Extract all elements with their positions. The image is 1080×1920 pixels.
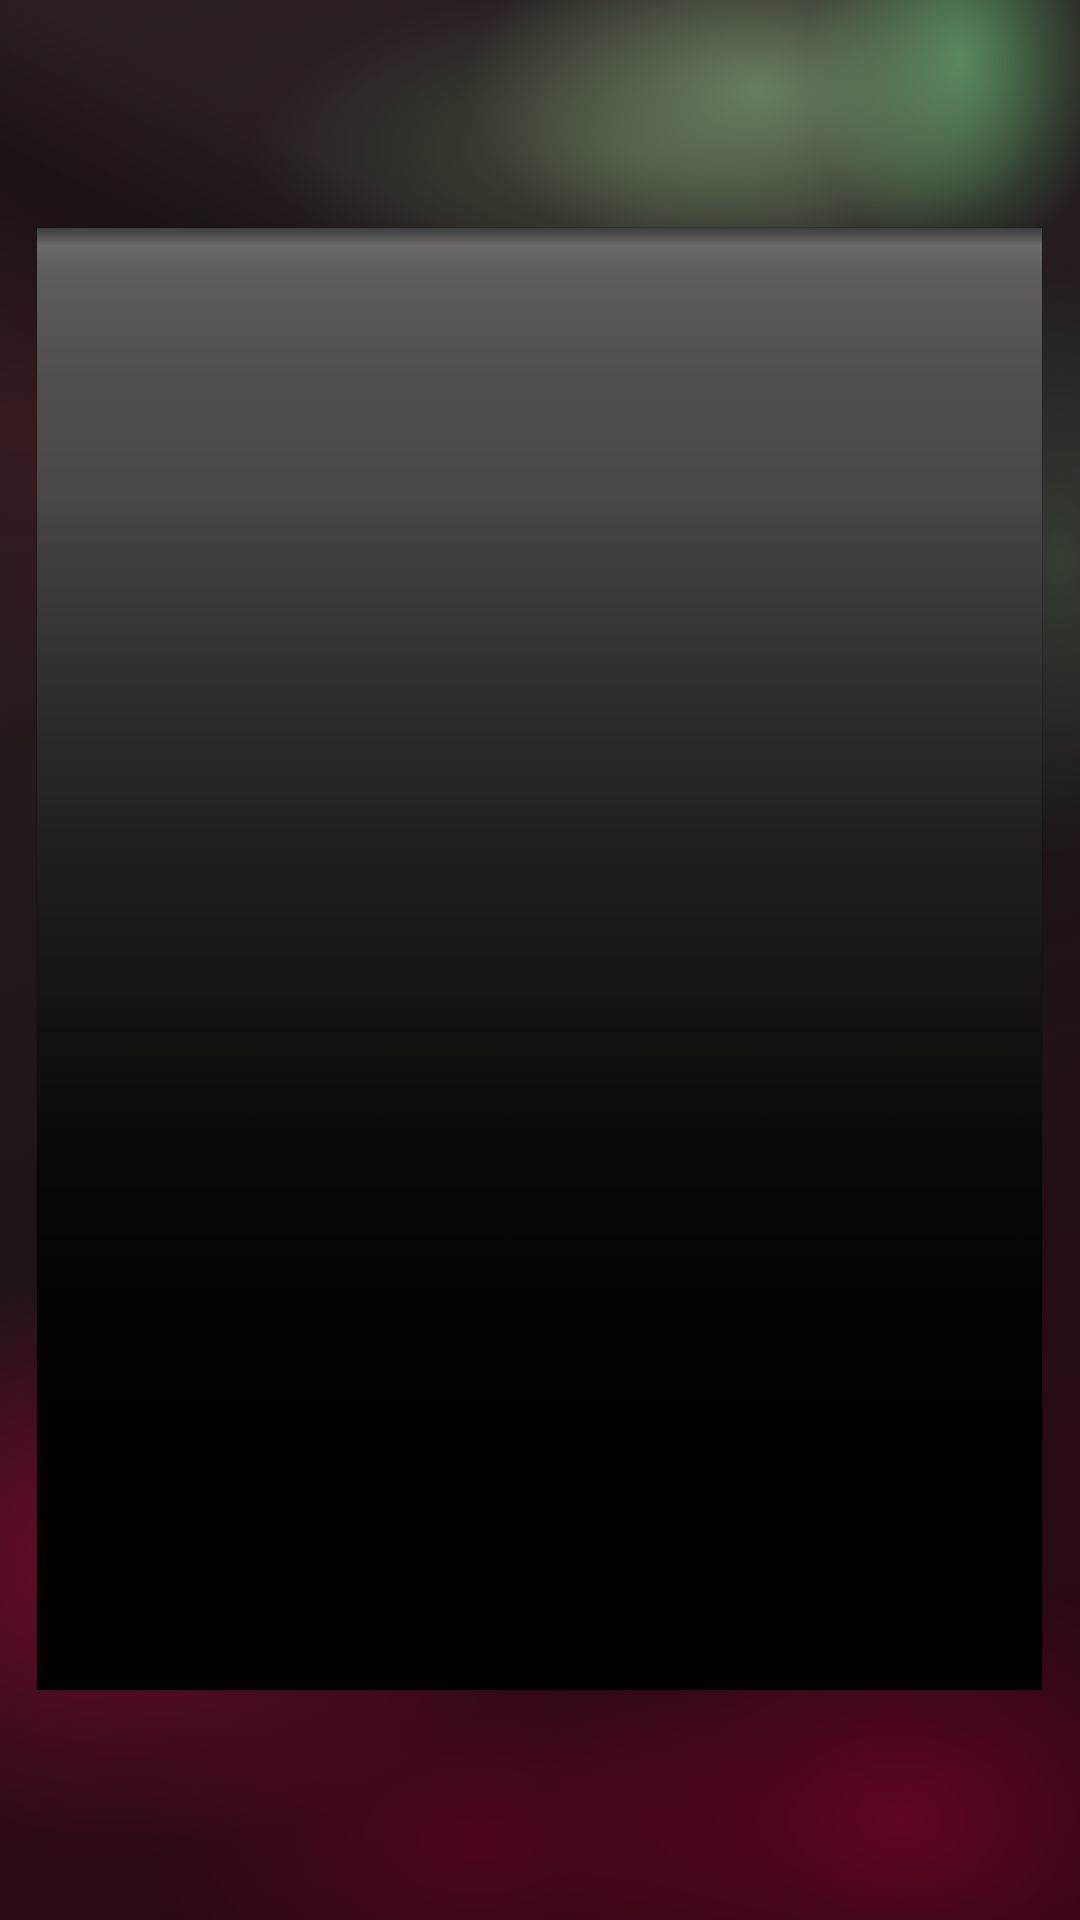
screen xyxy=(0,0,1080,1920)
content-panel[interactable] xyxy=(37,228,1042,1690)
